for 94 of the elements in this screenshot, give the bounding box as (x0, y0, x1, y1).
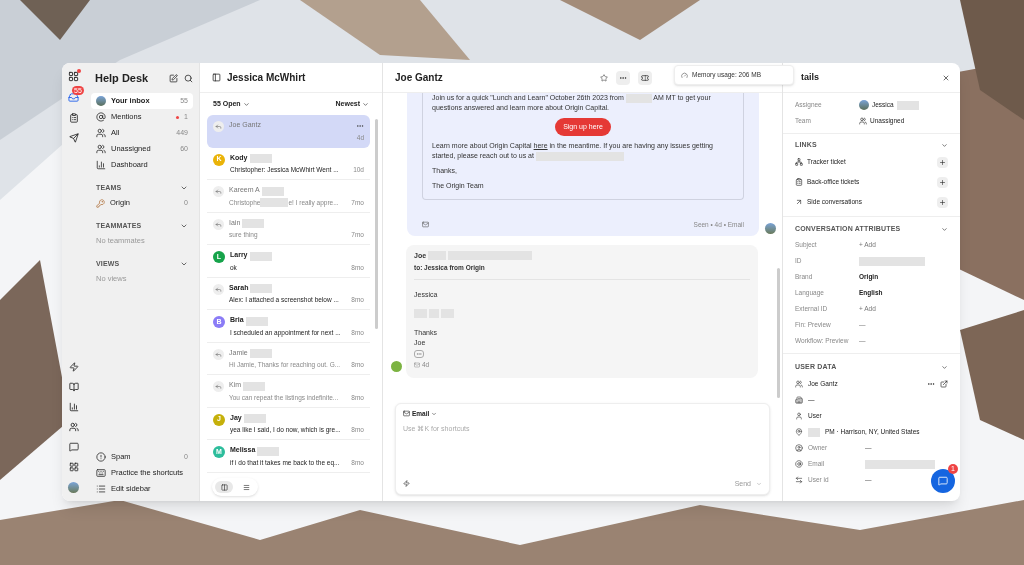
chevron-icon[interactable] (941, 363, 948, 371)
clipboard-icon (795, 178, 803, 186)
redacted-block (808, 427, 820, 437)
sidebar-title: Help Desk (95, 70, 150, 86)
bolt-icon[interactable] (403, 480, 410, 488)
reply-icon (213, 381, 224, 392)
people-icon (96, 144, 106, 154)
list-icon (96, 484, 106, 494)
arrow-icon (795, 198, 803, 206)
search-icon[interactable] (184, 73, 193, 83)
email-icon (403, 410, 410, 418)
chevron-icon (362, 100, 369, 108)
email-icon (422, 221, 429, 229)
redacted-block (249, 154, 272, 164)
reply-icon (213, 218, 224, 230)
redacted-block (261, 186, 284, 196)
tickets-icon[interactable] (68, 113, 79, 123)
bar-chart-icon[interactable] (68, 402, 79, 412)
reply-icon (213, 283, 224, 295)
pin-icon (795, 428, 803, 436)
user-circle-icon (795, 444, 803, 452)
add-button[interactable] (937, 176, 948, 188)
gauge-icon (681, 71, 688, 79)
messenger-button[interactable] (931, 469, 955, 493)
add-button[interactable] (937, 196, 948, 208)
reply-icon (213, 186, 224, 197)
people-icon[interactable] (68, 422, 79, 432)
chevron-icon[interactable] (941, 141, 948, 149)
chat-icon (938, 476, 948, 486)
ticket-button[interactable] (638, 70, 652, 85)
at-icon (96, 112, 106, 122)
redacted-block (257, 446, 280, 456)
redacted-block (865, 459, 935, 469)
chevron-icon[interactable] (180, 260, 188, 268)
inbox-title: Jessica McWhirt (227, 71, 306, 85)
plus-icon (939, 158, 946, 166)
email-icon (414, 361, 420, 368)
alert-icon (96, 452, 106, 462)
book-icon[interactable] (68, 382, 79, 392)
compose-icon[interactable] (169, 73, 178, 83)
plus-icon (939, 178, 946, 186)
bolt-icon[interactable] (68, 362, 79, 372)
redacted-block (245, 316, 268, 326)
chevron-icon (431, 410, 438, 417)
chevron-icon[interactable] (180, 184, 188, 192)
agent-avatar (765, 222, 776, 234)
logo-icon[interactable] (68, 71, 79, 82)
send-icon[interactable] (68, 133, 79, 143)
redacted-block (250, 284, 273, 294)
avatar (96, 96, 106, 106)
reply-icon (213, 121, 224, 132)
redacted-block (260, 198, 289, 208)
columns-icon (220, 483, 228, 491)
swap-icon (795, 476, 803, 484)
split-view-button[interactable] (215, 481, 233, 493)
close-icon[interactable] (942, 73, 950, 82)
customer-avatar (391, 360, 402, 372)
plus-icon (939, 198, 946, 206)
people-icon (795, 380, 803, 388)
keyboard-icon (96, 468, 106, 478)
ticket-icon (641, 73, 649, 82)
apps-icon[interactable] (68, 462, 79, 472)
details-title: tails (801, 70, 820, 84)
user-avatar[interactable] (68, 482, 79, 493)
message-icon[interactable] (68, 442, 79, 452)
list-icon (242, 483, 250, 491)
star-icon[interactable] (600, 73, 608, 82)
redacted-block (859, 256, 925, 266)
reply-icon (213, 348, 224, 360)
redacted-block (249, 251, 272, 261)
at-icon (795, 460, 803, 468)
chevron-icon[interactable] (180, 222, 188, 230)
bar-chart-icon (96, 160, 106, 170)
people-icon (96, 128, 106, 138)
people-icon (859, 117, 867, 125)
chevron-icon[interactable] (941, 225, 948, 233)
redacted-block (243, 381, 266, 391)
redacted-block (896, 100, 919, 110)
tree-icon (795, 158, 803, 166)
redacted-block (243, 414, 266, 424)
chevron-icon (242, 100, 250, 108)
user-icon (795, 412, 803, 420)
avatar (859, 100, 869, 110)
conversation-title: Joe Gantz (395, 71, 444, 85)
more-icon[interactable] (927, 380, 935, 388)
more-button[interactable] (616, 70, 630, 85)
open-external-icon[interactable] (940, 380, 948, 388)
panel-icon[interactable] (212, 73, 221, 82)
add-button[interactable] (937, 156, 948, 168)
building-icon (795, 396, 803, 404)
inbox-icon[interactable] (68, 92, 79, 103)
redacted-block (242, 219, 265, 229)
key-icon (96, 198, 105, 208)
redacted-block (249, 349, 272, 359)
